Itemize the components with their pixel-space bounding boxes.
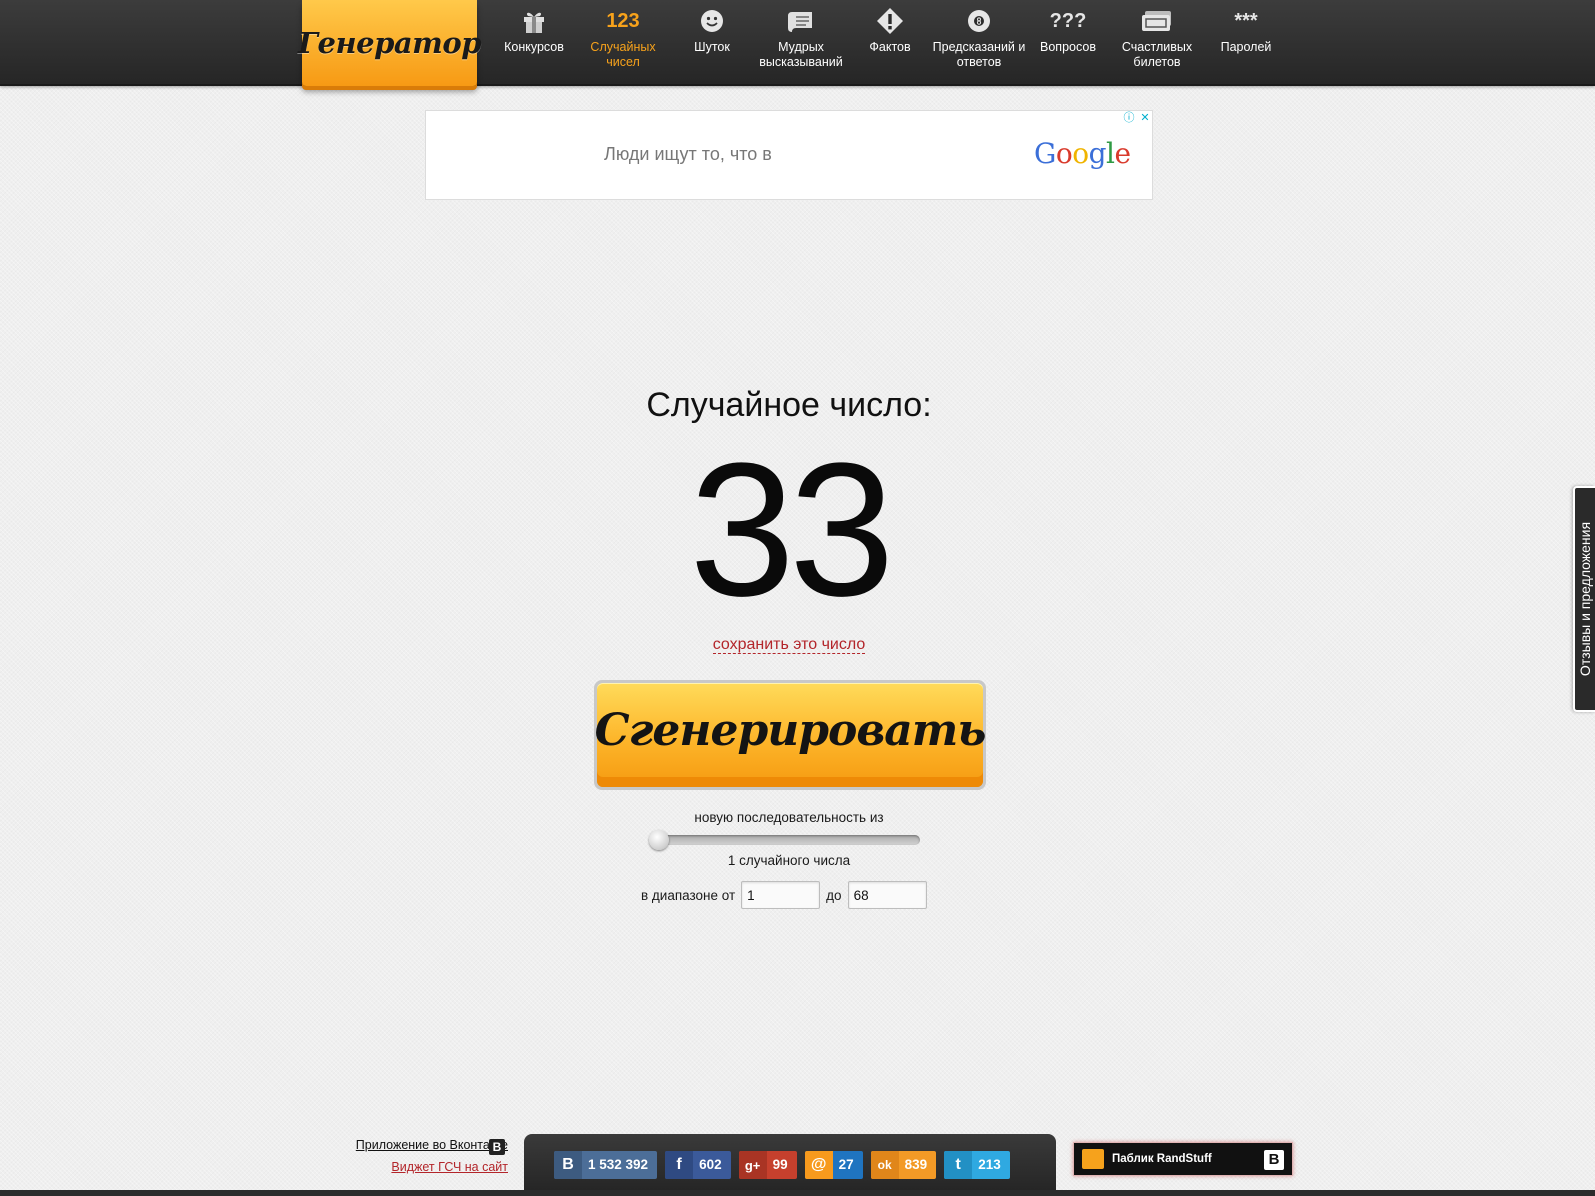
vk-icon[interactable]: B	[489, 1139, 505, 1155]
nav-label-contests: Конкурсов	[504, 40, 564, 54]
nav-item-passwords[interactable]: *** Паролей	[1198, 0, 1294, 84]
twitter-icon: t	[944, 1151, 973, 1179]
count-label: 1 случайного числа	[727, 853, 851, 868]
nav-label-random-numbers: Случайных чисел	[590, 40, 656, 69]
share-count-mail: 27	[838, 1157, 854, 1172]
vk-icon: B	[554, 1151, 582, 1179]
google-ad-banner[interactable]: Люди ищут то, что в Google ⓘ ✕	[425, 110, 1153, 200]
share-button-twitter[interactable]: t 213	[944, 1151, 1010, 1179]
randstuff-logo-icon	[1082, 1149, 1104, 1169]
magic-8-ball-icon	[931, 0, 1027, 36]
ad-info-icon[interactable]: ⓘ	[1122, 111, 1136, 125]
vk-icon: B	[1264, 1150, 1284, 1170]
bottom-divider	[0, 1190, 1595, 1196]
save-number-link-wrap: сохранить это число	[0, 636, 1578, 654]
nav-label-predictions: Предсказаний и ответов	[932, 40, 1026, 69]
ad-text: Люди ищут то, что в	[604, 144, 772, 164]
gift-icon	[486, 0, 582, 36]
nav-label-jokes: Шуток	[694, 40, 730, 54]
top-navigation-bar: Генератор Конкурсов 123 Случайных чисел …	[0, 0, 1595, 86]
randstuff-public-link[interactable]: Паблик RandStuff B	[1073, 1142, 1293, 1176]
nav-item-questions[interactable]: ??? Вопросов	[1020, 0, 1116, 84]
nav-item-predictions[interactable]: Предсказаний и ответов	[931, 0, 1027, 84]
count-slider-handle[interactable]	[649, 830, 669, 850]
facebook-icon: f	[665, 1151, 694, 1179]
share-count-vk: 1 532 392	[588, 1157, 649, 1172]
nav-item-random-numbers[interactable]: 123 Случайных чисел	[575, 0, 671, 84]
range-row: в диапазоне от до	[641, 881, 927, 909]
share-button-facebook[interactable]: f 602	[665, 1151, 731, 1179]
nav-item-wise-sayings[interactable]: Мудрых высказываний	[753, 0, 849, 84]
odnoklassniki-icon: ok	[870, 1151, 899, 1179]
numbers-icon: 123	[575, 0, 671, 36]
google-plus-icon: g+	[738, 1151, 767, 1179]
question-marks-text: ???	[1049, 9, 1087, 32]
ad-close-icon[interactable]: ✕	[1138, 111, 1152, 125]
range-to-input[interactable]	[847, 881, 927, 909]
nav-item-jokes[interactable]: Шуток	[664, 0, 760, 84]
share-count-twitter: 213	[978, 1157, 1001, 1172]
range-from-label: в диапазоне от	[641, 887, 736, 903]
range-from-input[interactable]	[741, 881, 821, 909]
random-number-result: 33	[689, 424, 894, 636]
question-marks-icon: ???	[1020, 0, 1116, 36]
logo-text: Генератор	[298, 26, 481, 60]
feedback-tab-label: Отзывы и предложения	[1577, 521, 1593, 677]
asterisks-text: ***	[1234, 9, 1258, 32]
mail-at-icon: @	[804, 1151, 833, 1179]
public-label: Паблик RandStuff	[1112, 1153, 1212, 1165]
vk-app-link[interactable]: Приложение во Вконтакте	[356, 1138, 508, 1152]
widget-link[interactable]: Виджет ГСЧ на сайт	[391, 1160, 508, 1174]
smiley-icon	[664, 0, 760, 36]
numbers-icon-text: 123	[606, 9, 640, 32]
generate-button-face: Сгенерировать	[594, 683, 987, 787]
nav-label-facts: Фактов	[869, 40, 911, 54]
nav-item-lucky-tickets[interactable]: Счастливых билетов	[1109, 0, 1205, 84]
generate-button-label: Сгенерировать	[594, 704, 987, 756]
share-button-odnoklassniki[interactable]: ok 839	[870, 1151, 937, 1179]
scroll-icon	[753, 0, 849, 36]
tickets-icon	[1109, 0, 1205, 36]
share-count-odnoklassniki: 839	[904, 1157, 928, 1172]
generate-button[interactable]: Сгенерировать	[594, 680, 986, 790]
share-count-google-plus: 99	[772, 1157, 788, 1172]
share-button-mail[interactable]: @ 27	[804, 1151, 863, 1179]
nav-label-wise-sayings: Мудрых высказываний	[759, 40, 843, 69]
nav-label-passwords: Паролей	[1220, 40, 1272, 54]
asterisks-icon: ***	[1198, 0, 1294, 36]
result-label: Случайное число:	[646, 386, 932, 424]
nav-label-lucky-tickets: Счастливых билетов	[1121, 40, 1193, 69]
share-button-google-plus[interactable]: g+ 99	[738, 1151, 797, 1179]
footer-links: Приложение во Вконтакте Виджет ГСЧ на са…	[300, 1138, 508, 1174]
nav-item-contests[interactable]: Конкурсов	[486, 0, 582, 84]
count-slider-track[interactable]	[652, 835, 920, 845]
nav-item-facts[interactable]: Фактов	[842, 0, 938, 84]
sequence-label: новую последовательность из	[694, 810, 884, 825]
share-button-vk[interactable]: B 1 532 392	[554, 1151, 658, 1179]
ad-controls: ⓘ ✕	[1122, 111, 1152, 125]
social-share-bar: B 1 532 392 f 602 g+ 99 @ 27 ok 839 t 21…	[524, 1134, 1056, 1196]
warning-diamond-icon	[842, 0, 938, 36]
share-count-facebook: 602	[699, 1157, 722, 1172]
nav-label-questions: Вопросов	[1040, 40, 1096, 54]
feedback-tab[interactable]: Отзывы и предложения	[1573, 486, 1595, 712]
site-logo[interactable]: Генератор	[298, 0, 481, 86]
save-number-link[interactable]: сохранить это число	[712, 636, 866, 654]
range-to-label: до	[826, 887, 842, 903]
google-logo: Google	[1034, 137, 1131, 170]
